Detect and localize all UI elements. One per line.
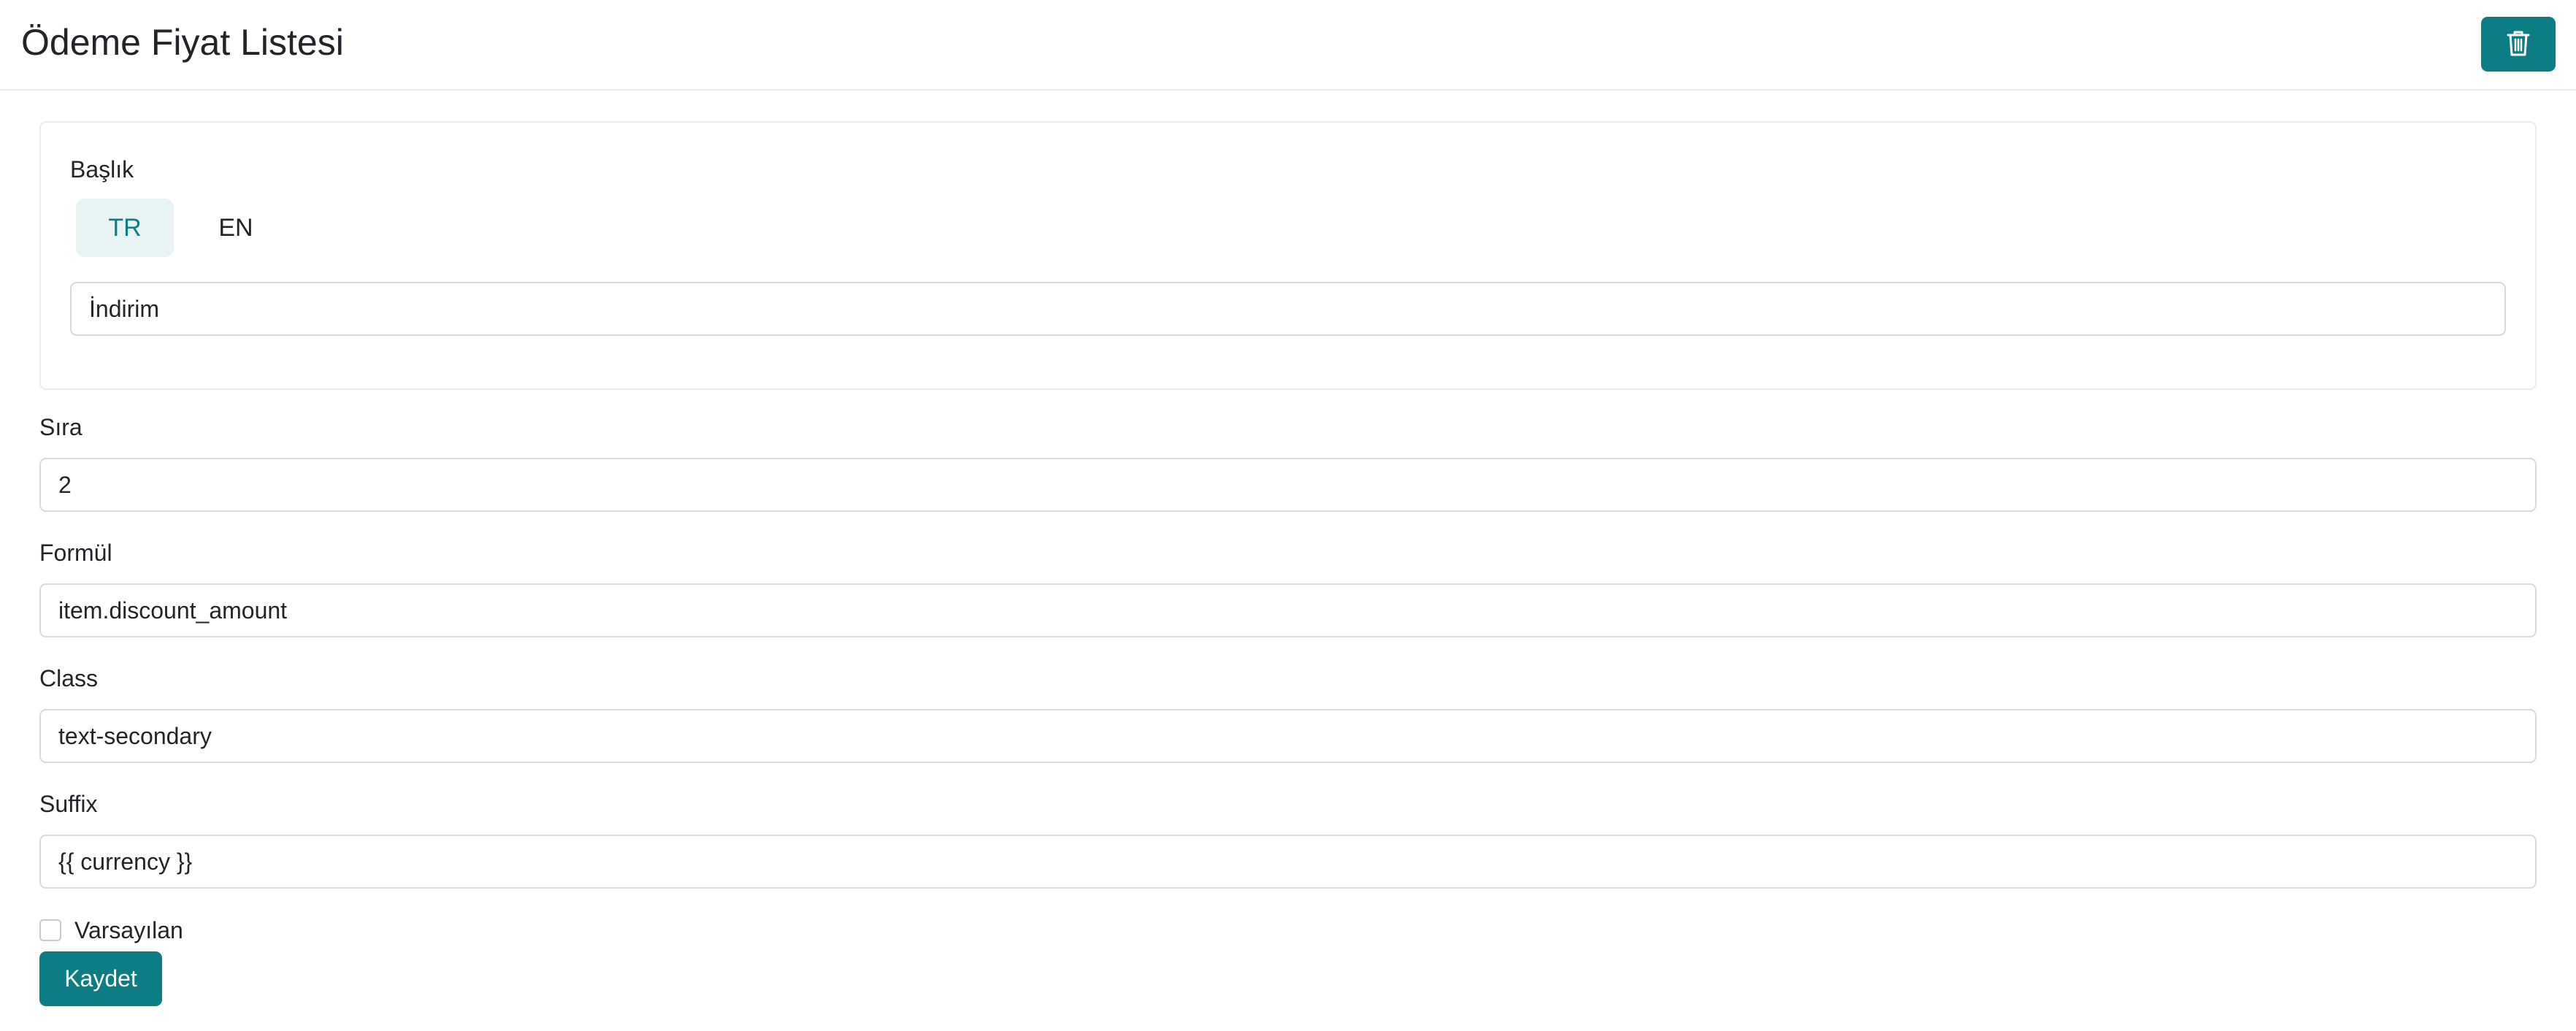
title-label: Başlık [70, 156, 134, 183]
title-input[interactable] [70, 282, 2506, 336]
class-input[interactable] [39, 709, 2537, 763]
page-header: Ödeme Fiyat Listesi [0, 0, 2576, 91]
formul-label: Formül [39, 540, 112, 566]
title-card: Başlık TR EN [39, 121, 2537, 390]
default-checkbox-label: Varsayılan [74, 917, 183, 943]
tab-tr-label: TR [108, 213, 142, 242]
sira-label: Sıra [39, 414, 83, 440]
formul-input[interactable] [39, 583, 2537, 637]
class-label: Class [39, 665, 99, 691]
default-checkbox[interactable] [39, 919, 61, 941]
delete-button[interactable] [2481, 17, 2556, 72]
sira-input[interactable] [39, 458, 2537, 512]
tab-en[interactable]: EN [187, 199, 285, 257]
trash-icon [2506, 29, 2531, 59]
save-button[interactable]: Kaydet [39, 951, 162, 1006]
suffix-input[interactable] [39, 835, 2537, 889]
page-title: Ödeme Fiyat Listesi [21, 22, 344, 63]
tab-tr[interactable]: TR [76, 199, 174, 257]
suffix-label: Suffix [39, 791, 98, 817]
tab-en-label: EN [218, 213, 253, 242]
